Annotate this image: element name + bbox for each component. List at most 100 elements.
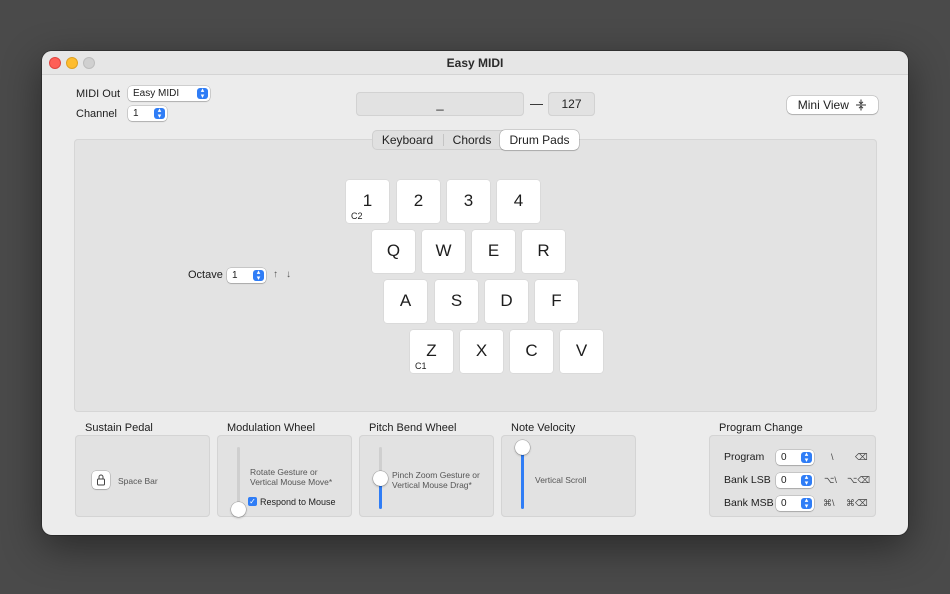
popup-stepper-icon: ▴ ▾ [801, 451, 812, 463]
drum-pad[interactable]: X [460, 330, 503, 373]
pitch-bend-hint-2: Vertical Mouse Drag* [392, 480, 472, 490]
octave-down-icon[interactable]: ↓ [286, 269, 291, 280]
pad-key: 1 [362, 191, 373, 210]
bank-msb-popup[interactable]: 0 ▴ ▾ [776, 496, 814, 511]
popup-stepper-icon: ▴ ▾ [253, 269, 264, 281]
program-change-title: Program Change [719, 422, 803, 434]
sustain-title: Sustain Pedal [85, 422, 153, 434]
drum-pad[interactable]: F [535, 280, 578, 323]
pad-key: 2 [413, 191, 424, 210]
drum-pad[interactable]: 1 C2 [346, 180, 389, 223]
pad-key: Q [386, 241, 401, 260]
drum-pads-panel: Octave 1 ▴ ▾ ↑ ↓ 1 C2 2 3 4 Q W E R A S … [74, 139, 877, 412]
pad-key: V [575, 341, 588, 360]
octave-up-icon[interactable]: ↑ [273, 269, 278, 280]
drum-pad[interactable]: Z C1 [410, 330, 453, 373]
mini-view-label: Mini View [797, 98, 849, 112]
drum-pad[interactable]: A [384, 280, 427, 323]
modulation-slider-knob[interactable] [231, 501, 246, 517]
velocity-box: Vertical Scroll [501, 435, 636, 517]
popup-stepper-icon: ▴ ▾ [154, 107, 165, 119]
drum-pad[interactable]: V [560, 330, 603, 373]
pitch-bend-slider-knob[interactable] [373, 470, 388, 486]
pitch-bend-title: Pitch Bend Wheel [369, 422, 457, 434]
respond-to-mouse-checkbox[interactable]: ✓ [248, 497, 257, 506]
pitch-bend-box: Pinch Zoom Gesture or Vertical Mouse Dra… [359, 435, 494, 517]
bank-lsb-shortcut-up: ⌥\ [824, 475, 837, 485]
modulation-box: Rotate Gesture or Vertical Mouse Move* ✓… [217, 435, 352, 517]
bank-msb-label: Bank MSB [724, 497, 774, 509]
pad-key: 4 [513, 191, 524, 210]
split-vertical-icon [856, 99, 867, 111]
program-shortcut-up: \ [831, 452, 834, 462]
pad-key: 3 [463, 191, 474, 210]
midi-out-value: Easy MIDI [133, 88, 180, 99]
note-display: _ [356, 92, 524, 116]
modulation-title: Modulation Wheel [227, 422, 316, 434]
pad-key: F [551, 291, 562, 310]
popup-stepper-icon: ▴ ▾ [801, 497, 812, 509]
bank-msb-shortcut-up: ⌘\ [823, 498, 835, 508]
popup-stepper-icon: ▴ ▾ [197, 87, 208, 99]
program-popup[interactable]: 0 ▴ ▾ [776, 450, 814, 465]
tab-drum-pads[interactable]: Drum Pads [500, 130, 579, 150]
midi-out-label: MIDI Out [76, 88, 121, 100]
pad-key: C [525, 341, 538, 360]
pad-note: C1 [415, 361, 427, 371]
midi-out-popup[interactable]: Easy MIDI ▴ ▾ [128, 86, 210, 101]
octave-value: 1 [232, 270, 238, 281]
bank-lsb-popup[interactable]: 0 ▴ ▾ [776, 473, 814, 488]
modulation-hint-1: Rotate Gesture or [250, 467, 318, 477]
pad-key: W [435, 241, 452, 260]
program-shortcut-down: ⌫ [855, 452, 868, 462]
drum-pad[interactable]: 4 [497, 180, 540, 223]
pad-key: Z [426, 341, 437, 360]
popup-stepper-icon: ▴ ▾ [801, 474, 812, 486]
drum-pad[interactable]: E [472, 230, 515, 273]
bank-lsb-value: 0 [781, 475, 787, 486]
sustain-lock-button[interactable] [92, 471, 110, 489]
pad-key: S [450, 291, 463, 310]
drum-pad[interactable]: 3 [447, 180, 490, 223]
modulation-hint-2: Vertical Mouse Move* [250, 477, 333, 487]
pad-key: E [487, 241, 500, 260]
velocity-title: Note Velocity [511, 422, 576, 434]
drum-pad[interactable]: D [485, 280, 528, 323]
bank-msb-value: 0 [781, 498, 787, 509]
bank-msb-shortcut-down: ⌘⌫ [846, 498, 868, 508]
app-window: Easy MIDI MIDI Out Easy MIDI ▴ ▾ Channel … [42, 51, 908, 535]
program-value: 0 [781, 452, 787, 463]
channel-value: 1 [133, 108, 139, 119]
respond-to-mouse-label: Respond to Mouse [260, 497, 336, 507]
sustain-box: Space Bar [75, 435, 210, 517]
program-change-box: Program 0 ▴ ▾ \ ⌫ Bank LSB 0 ▴ ▾ ⌥\ ⌥⌫ Ban… [709, 435, 876, 517]
drum-pad[interactable]: R [522, 230, 565, 273]
pitch-bend-hint-1: Pinch Zoom Gesture or [392, 470, 480, 480]
octave-popup[interactable]: 1 ▴ ▾ [227, 268, 266, 283]
drum-pad[interactable]: 2 [397, 180, 440, 223]
modulation-slider-track[interactable] [237, 447, 240, 509]
lock-icon [97, 474, 105, 486]
velocity-slider-knob[interactable] [515, 439, 530, 455]
pad-key: X [475, 341, 488, 360]
drum-pad[interactable]: Q [372, 230, 415, 273]
velocity-slider-fill [521, 447, 524, 509]
range-dash: — [530, 96, 543, 111]
pad-note: C2 [351, 211, 363, 221]
mini-view-button[interactable]: Mini View [787, 96, 878, 114]
sustain-hint: Space Bar [118, 476, 158, 486]
drum-pad[interactable]: C [510, 330, 553, 373]
drum-pad[interactable]: S [435, 280, 478, 323]
title-bar[interactable]: Easy MIDI [42, 51, 908, 75]
bank-lsb-label: Bank LSB [724, 474, 771, 486]
pad-key: A [399, 291, 412, 310]
bank-lsb-shortcut-down: ⌥⌫ [847, 475, 871, 485]
channel-popup[interactable]: 1 ▴ ▾ [128, 106, 167, 121]
program-label: Program [724, 451, 765, 463]
tab-keyboard[interactable]: Keyboard [372, 130, 443, 150]
octave-label: Octave [188, 269, 223, 281]
tab-chords[interactable]: Chords [444, 130, 500, 150]
velocity-display: 127 [548, 92, 595, 116]
drum-pad[interactable]: W [422, 230, 465, 273]
pad-key: D [500, 291, 513, 310]
